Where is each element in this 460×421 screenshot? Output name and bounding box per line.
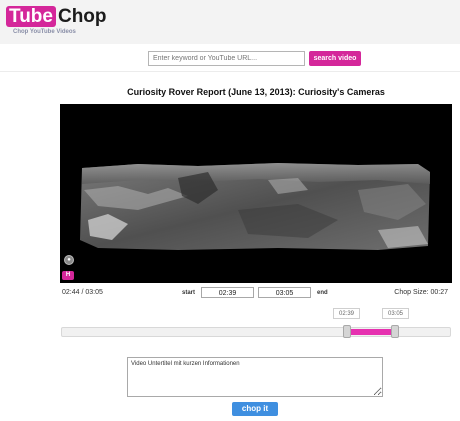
logo-tube: Tube: [6, 6, 56, 27]
search-video-button[interactable]: search video: [309, 51, 361, 66]
description-field[interactable]: Video Untertitel mit kurzen Informatione…: [127, 357, 383, 397]
chop-it-button[interactable]: chop it: [232, 402, 278, 416]
start-label: start: [182, 290, 196, 296]
end-time-field[interactable]: 03:05: [258, 287, 311, 298]
video-frame: [80, 163, 430, 250]
start-marker: 02:39: [333, 308, 360, 319]
search-input[interactable]: [148, 51, 305, 66]
hd-badge[interactable]: H: [62, 271, 74, 280]
tagline: Chop YouTube Videos: [13, 29, 76, 35]
video-player[interactable]: ● H: [60, 104, 452, 283]
end-label: end: [317, 290, 328, 296]
divider: [0, 71, 460, 72]
chop-size: Chop Size: 00:27: [394, 289, 448, 296]
logo[interactable]: Tube Chop: [6, 6, 107, 27]
start-handle[interactable]: [343, 325, 351, 338]
globe-icon[interactable]: ●: [64, 255, 74, 265]
end-handle[interactable]: [391, 325, 399, 338]
range-selection: [347, 329, 397, 335]
logo-chop: Chop: [57, 6, 107, 27]
video-title: Curiosity Rover Report (June 13, 2013): …: [127, 87, 385, 97]
start-time-field[interactable]: 02:39: [201, 287, 254, 298]
header: Tube Chop Chop YouTube Videos: [0, 0, 460, 44]
end-marker: 03:05: [382, 308, 409, 319]
time-display: 02:44 / 03:05: [62, 289, 103, 296]
